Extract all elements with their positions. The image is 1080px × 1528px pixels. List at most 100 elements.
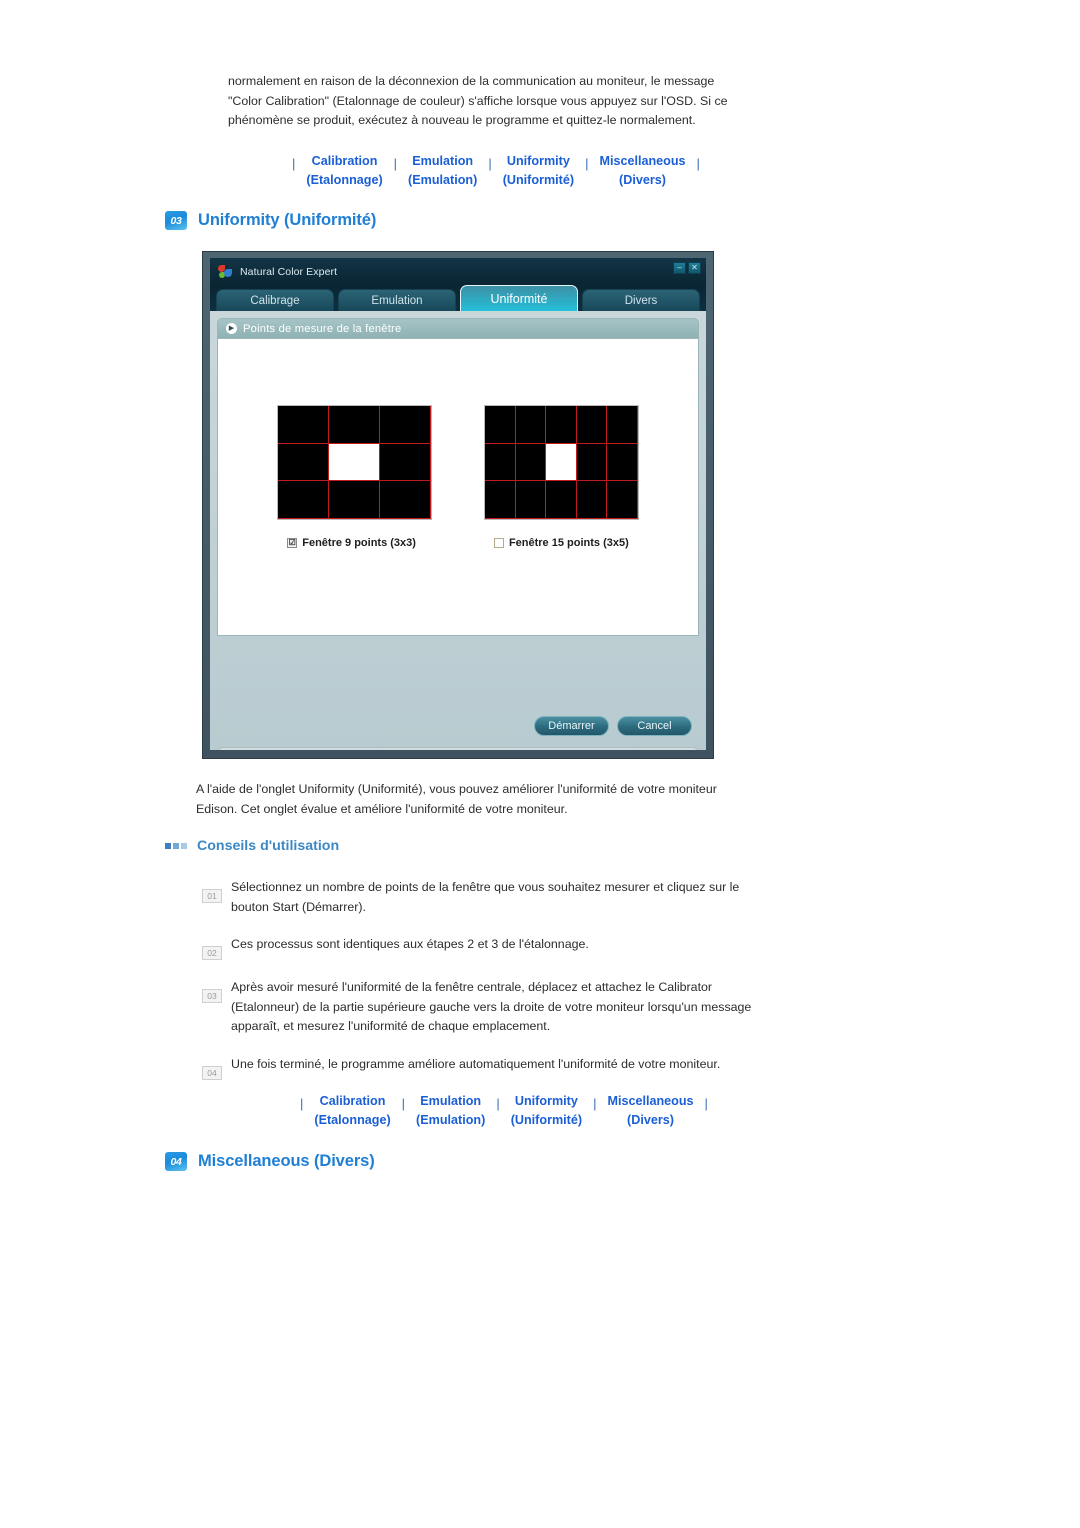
checkbox-icon-checked[interactable]: ☑ bbox=[287, 538, 298, 548]
grid-cell bbox=[515, 443, 547, 482]
nav-separator: | bbox=[585, 156, 589, 171]
app-window-screenshot: Natural Color Expert – ✕ Calibrage Emula… bbox=[202, 251, 714, 759]
grid-cell bbox=[329, 406, 380, 444]
close-icon[interactable]: ✕ bbox=[688, 262, 701, 274]
nav-link-label-en: Miscellaneous bbox=[607, 1094, 694, 1108]
cancel-button[interactable]: Cancel bbox=[617, 716, 692, 736]
list-item-number: 03 bbox=[202, 989, 222, 1003]
nav-link-label-fr: (Etalonnage) bbox=[306, 173, 383, 187]
nav-separator: | bbox=[292, 156, 296, 171]
nav-links-bottom: | Calibration (Etalonnage) | Emulation (… bbox=[296, 1092, 712, 1130]
nav-link-label-en: Uniformity bbox=[506, 154, 570, 168]
nav-link-label-en: Calibration bbox=[311, 154, 378, 168]
grid-previews bbox=[218, 405, 698, 520]
nav-link-calibration[interactable]: Calibration (Etalonnage) bbox=[299, 152, 389, 190]
tab-calibrage[interactable]: Calibrage bbox=[216, 289, 334, 311]
list-item-number: 01 bbox=[202, 889, 222, 903]
grid-cell bbox=[380, 481, 431, 519]
checkbox-row: ☑ Fenêtre 9 points (3x3) Fenêtre 15 poin… bbox=[218, 537, 698, 549]
group-header-measurement-points: ▶ Points de mesure de la fenêtre bbox=[217, 318, 699, 338]
section-number-badge: 03 bbox=[165, 211, 187, 230]
nav-link-label-fr: (Emulation) bbox=[416, 1113, 486, 1127]
grid-cell bbox=[607, 481, 638, 519]
grid-cell bbox=[576, 481, 608, 519]
grid-cell bbox=[329, 481, 380, 519]
grid-cell bbox=[485, 481, 516, 519]
nav-link-label-fr: (Uniformité) bbox=[510, 1113, 583, 1127]
grid-cell bbox=[515, 481, 547, 519]
list-item: 04 Une fois terminé, le programme amélio… bbox=[202, 1055, 762, 1080]
help-box: ? Aide Modifiez la luminosité directemen… bbox=[217, 747, 699, 750]
list-item-text: Une fois terminé, le programme améliore … bbox=[231, 1056, 721, 1071]
document-page: normalement en raison de la déconnexion … bbox=[0, 0, 1080, 1528]
section-heading-uniformity: 03 Uniformity (Uniformité) bbox=[165, 211, 376, 230]
grid-preview-3x5[interactable] bbox=[484, 405, 639, 520]
minimize-icon[interactable]: – bbox=[673, 262, 686, 274]
start-button[interactable]: Démarrer bbox=[534, 716, 609, 736]
grid-cell bbox=[278, 443, 329, 482]
nav-link-miscellaneous[interactable]: Miscellaneous (Divers) bbox=[600, 1092, 700, 1130]
checkbox-9-points[interactable]: ☑ Fenêtre 9 points (3x3) bbox=[287, 537, 416, 549]
tab-emulation[interactable]: Emulation bbox=[338, 289, 456, 311]
intro-paragraph: normalement en raison de la déconnexion … bbox=[228, 74, 728, 127]
nav-link-label-fr: (Etalonnage) bbox=[314, 1113, 391, 1127]
tab-uniformite[interactable]: Uniformité bbox=[460, 285, 578, 311]
app-window-inner: Natural Color Expert – ✕ Calibrage Emula… bbox=[210, 258, 706, 750]
nav-separator: | bbox=[401, 1096, 406, 1111]
app-title: Natural Color Expert bbox=[240, 265, 338, 278]
nav-link-emulation[interactable]: Emulation (Emulation) bbox=[409, 1092, 492, 1130]
grid-cell bbox=[546, 481, 577, 519]
three-squares-icon bbox=[165, 843, 187, 849]
nav-separator: | bbox=[300, 1096, 304, 1111]
nav-separator: | bbox=[593, 1096, 597, 1111]
nav-link-label-fr: (Uniformité) bbox=[502, 173, 575, 187]
nav-link-label-en: Emulation bbox=[412, 154, 474, 168]
checkbox-label: Fenêtre 15 points (3x5) bbox=[508, 537, 629, 549]
grid-cell bbox=[607, 406, 638, 444]
group-header-label: Points de mesure de la fenêtre bbox=[243, 322, 402, 335]
nav-link-calibration[interactable]: Calibration (Etalonnage) bbox=[307, 1092, 397, 1130]
nav-links-top: | Calibration (Etalonnage) | Emulation (… bbox=[288, 152, 704, 190]
nav-link-miscellaneous[interactable]: Miscellaneous (Divers) bbox=[592, 152, 692, 190]
grid-cell-lit bbox=[546, 443, 577, 482]
nav-link-label-en: Uniformity bbox=[514, 1094, 578, 1108]
nav-link-uniformity[interactable]: Uniformity (Uniformité) bbox=[504, 1092, 589, 1130]
grid-cell bbox=[380, 406, 431, 444]
grid-cell bbox=[485, 443, 516, 482]
nav-link-label-en: Calibration bbox=[319, 1094, 386, 1108]
checkbox-label: Fenêtre 9 points (3x3) bbox=[302, 537, 416, 549]
checkbox-15-points[interactable]: Fenêtre 15 points (3x5) bbox=[493, 537, 629, 549]
list-item-text: Après avoir mesuré l'uniformité de la fe… bbox=[231, 980, 752, 1033]
nav-link-label-fr: (Emulation) bbox=[408, 173, 478, 187]
list-item-number: 04 bbox=[202, 1065, 222, 1080]
list-item: 01 Sélectionnez un nombre de points de l… bbox=[202, 878, 762, 917]
grid-cell bbox=[278, 406, 329, 444]
list-item-text: Sélectionnez un nombre de points de la f… bbox=[231, 880, 740, 914]
app-titlebar: Natural Color Expert – ✕ bbox=[210, 258, 706, 285]
natural-color-expert-logo-icon bbox=[218, 264, 233, 279]
grid-cell bbox=[607, 443, 638, 482]
grid-cell-lit bbox=[329, 443, 380, 482]
section-number-badge: 04 bbox=[165, 1152, 187, 1171]
grid-cell bbox=[576, 406, 608, 444]
nav-link-label-fr: (Divers) bbox=[619, 173, 666, 187]
nav-separator: | bbox=[496, 1096, 500, 1111]
dialog-buttons: Démarrer Cancel bbox=[534, 716, 692, 736]
list-item: 03 Après avoir mesuré l'uniformité de la… bbox=[202, 978, 762, 1037]
page-title: Uniformity (Uniformité) bbox=[198, 211, 377, 229]
list-item: 02 Ces processus sont identiques aux éta… bbox=[202, 935, 762, 960]
grid-cell bbox=[515, 406, 547, 444]
body-paragraph: A l'aide de l'onglet Uniformity (Uniform… bbox=[196, 782, 717, 816]
grid-cell bbox=[576, 443, 608, 482]
nav-separator: | bbox=[696, 156, 700, 171]
tips-list: 01 Sélectionnez un nombre de points de l… bbox=[202, 878, 762, 1098]
nav-link-emulation[interactable]: Emulation (Emulation) bbox=[401, 152, 484, 190]
nav-link-uniformity[interactable]: Uniformity (Uniformité) bbox=[496, 152, 581, 190]
play-arrow-icon: ▶ bbox=[226, 323, 237, 334]
checkbox-icon-unchecked[interactable] bbox=[493, 538, 504, 548]
grid-preview-3x3[interactable] bbox=[277, 405, 432, 520]
window-controls: – ✕ bbox=[673, 262, 701, 274]
tab-divers[interactable]: Divers bbox=[582, 289, 700, 311]
list-item-text: Ces processus sont identiques aux étapes… bbox=[231, 937, 589, 951]
measurement-canvas: ☑ Fenêtre 9 points (3x3) Fenêtre 15 poin… bbox=[217, 338, 699, 636]
